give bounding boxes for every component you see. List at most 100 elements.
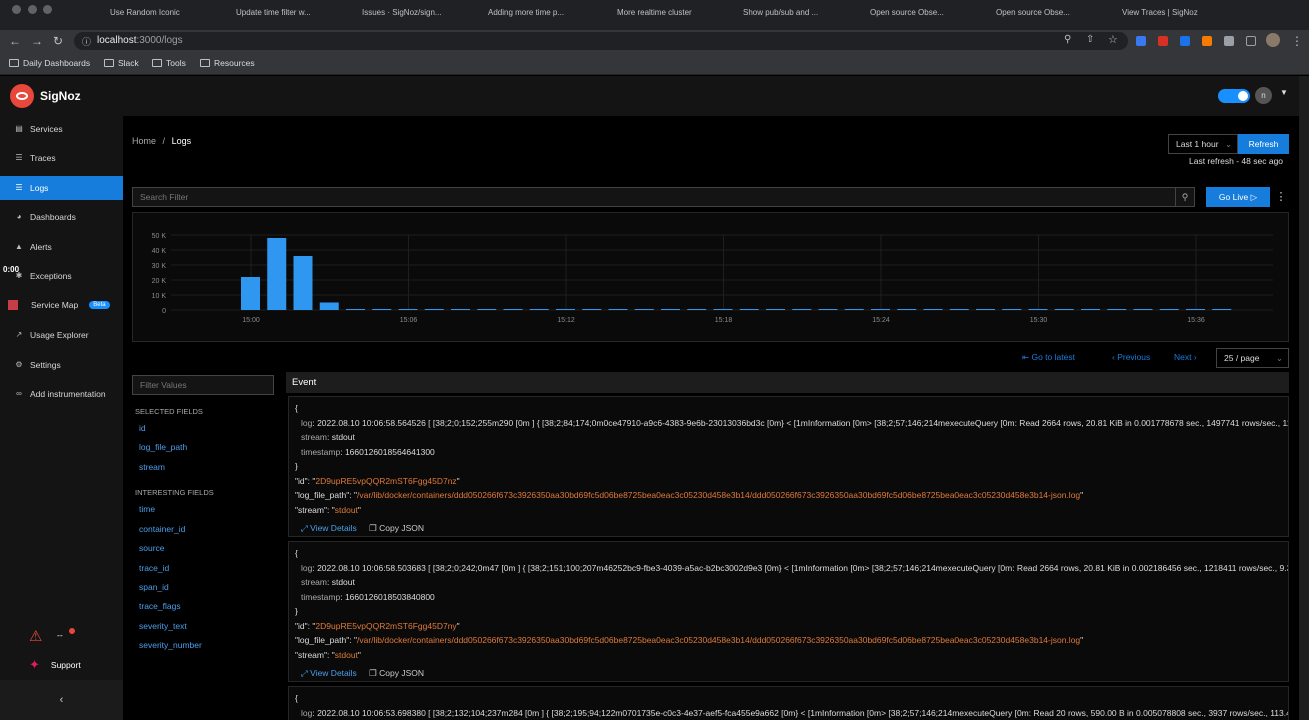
histogram-bar — [451, 309, 470, 310]
go-live-button[interactable]: Go Live ▷ — [1206, 187, 1270, 207]
alert-status[interactable]: ⚠ -- — [0, 623, 123, 647]
field-item[interactable]: span_id — [139, 582, 169, 592]
browser-tab[interactable]: Use Random Iconic — [110, 8, 210, 26]
field-item[interactable]: severity_number — [139, 640, 202, 650]
page-size-select[interactable]: 25 / page ⌄ — [1216, 348, 1289, 368]
bar-chart-icon: ▤ — [15, 124, 23, 133]
back-icon[interactable]: ← — [9, 34, 21, 48]
browser-tab[interactable]: View Traces | SigNoz — [1122, 8, 1222, 26]
sidebar-item-usage-explorer[interactable]: ↗ Usage Explorer — [0, 323, 123, 347]
search-icon[interactable]: ⚲ — [1175, 187, 1195, 207]
chevron-down-icon[interactable]: ▼ — [1280, 88, 1288, 97]
browser-tab[interactable]: Open source Obse... — [870, 8, 970, 26]
log-event-card: { log: 2022.08.10 10:06:58.503683 [ [38;… — [288, 541, 1289, 682]
more-options-icon[interactable]: ⋮ — [1273, 187, 1289, 207]
filter-values-input[interactable]: Filter Values — [132, 375, 274, 395]
bookmark-folder[interactable]: Tools — [152, 58, 186, 68]
bookmark-folder[interactable]: Daily Dashboards — [9, 58, 90, 68]
user-avatar[interactable]: n — [1255, 87, 1272, 104]
bookmark-folder[interactable]: Slack — [104, 58, 139, 68]
info-icon[interactable]: ⓘ — [82, 35, 91, 48]
histogram-bar — [1212, 309, 1232, 310]
refresh-button[interactable]: Refresh — [1238, 134, 1289, 154]
url-bar[interactable]: ⓘ localhost:3000/logs ⚲ ⇧ ☆ — [74, 32, 1128, 50]
list-icon: ☰ — [15, 183, 23, 192]
log-file-path-value: /var/lib/docker/containers/ddd050266f673… — [357, 490, 1081, 500]
browser-tab[interactable]: Open source Obse... — [996, 8, 1096, 26]
bookmark-star-icon[interactable]: ☆ — [1108, 33, 1118, 46]
page-scrollbar[interactable] — [1299, 76, 1309, 720]
copy-json-button[interactable]: ❐ Copy JSON — [369, 523, 424, 533]
sidebar-item-services[interactable]: ▤ Services — [0, 117, 123, 141]
stream-json-value: stdout — [334, 649, 358, 660]
zoom-icon[interactable]: ⚲ — [1064, 34, 1071, 45]
field-item[interactable]: time — [139, 504, 155, 514]
chevron-down-icon: ⌄ — [1275, 353, 1283, 363]
sidebar-item-logs[interactable]: ☰ Logs — [0, 176, 123, 200]
sidebar-item-settings[interactable]: ⚙ Settings — [0, 353, 123, 377]
y-tick-label: 40 K — [152, 248, 167, 255]
histogram-bar — [739, 309, 759, 310]
expand-icon: ⤢ — [301, 523, 311, 533]
json-open-brace: { — [295, 548, 298, 558]
go-to-latest-button[interactable]: ⇤ Go to latest — [1022, 352, 1075, 363]
brand-logo[interactable]: SigNoz — [10, 84, 81, 108]
view-details-button[interactable]: ⤢ View Details — [301, 523, 357, 533]
warning-icon: ⚠ — [29, 628, 43, 645]
histogram-bar — [976, 309, 995, 310]
histogram-bar — [477, 309, 497, 310]
histogram-bar — [293, 256, 313, 310]
search-filter-input[interactable]: Search Filter — [132, 187, 1176, 207]
next-button[interactable]: Next › — [1174, 352, 1197, 362]
histogram-bar — [923, 309, 943, 310]
profile-avatar[interactable] — [1266, 33, 1280, 47]
breadcrumb-home[interactable]: Home — [132, 136, 156, 146]
sidebar-item-alerts[interactable]: ▲ Alerts — [0, 235, 123, 259]
browser-tab[interactable]: More realtime cluster — [617, 8, 717, 26]
field-item[interactable]: trace_id — [139, 563, 169, 573]
extension-icon[interactable] — [1202, 36, 1212, 46]
time-range-select[interactable]: Last 1 hour ⌄ — [1168, 134, 1238, 154]
share-icon[interactable]: ⇧ — [1086, 34, 1094, 45]
sidebar-item-add-instrumentation[interactable]: ∞ Add instrumentation — [0, 382, 123, 406]
next-label: Next — [1174, 352, 1192, 362]
extension-icon[interactable] — [1180, 36, 1190, 46]
browser-tab[interactable]: Adding more time p... — [488, 8, 588, 26]
browser-menu-icon[interactable]: ⋮ — [1291, 34, 1303, 48]
browser-tab[interactable]: Issues · SigNoz/sign... — [362, 8, 462, 26]
reload-icon[interactable]: ↻ — [53, 34, 63, 48]
field-item[interactable]: trace_flags — [139, 601, 181, 611]
logs-page: Home / Logs Last 1 hour ⌄ Refresh Last re… — [123, 116, 1299, 720]
window-minimize-icon[interactable] — [28, 5, 37, 14]
interesting-fields-heading: INTERESTING FIELDS — [135, 488, 214, 497]
field-item[interactable]: stream — [139, 462, 165, 472]
copy-json-button[interactable]: ❐ Copy JSON — [369, 668, 424, 678]
sidebar-item-service-map[interactable]: Service Map Beta — [0, 293, 123, 317]
sidepanel-icon[interactable] — [1246, 36, 1256, 46]
forward-icon[interactable]: → — [31, 34, 43, 48]
browser-tab[interactable]: Update time filter w... — [236, 8, 336, 26]
field-item[interactable]: container_id — [139, 524, 185, 534]
view-details-label: View Details — [310, 523, 357, 533]
view-details-button[interactable]: ⤢ View Details — [301, 668, 357, 678]
window-close-icon[interactable] — [12, 5, 21, 14]
collapse-sidebar-button[interactable]: ‹ — [0, 680, 123, 720]
sidebar-item-dashboards[interactable]: ◕ Dashboards — [0, 205, 123, 229]
histogram-bar — [634, 309, 654, 310]
window-zoom-icon[interactable] — [43, 5, 52, 14]
sidebar-item-traces[interactable]: ☰ Traces — [0, 146, 123, 170]
field-item[interactable]: id — [139, 423, 146, 433]
previous-button[interactable]: ‹ Previous — [1112, 352, 1150, 362]
extension-icon[interactable] — [1136, 36, 1146, 46]
folder-icon — [152, 59, 162, 67]
field-item[interactable]: source — [139, 543, 165, 553]
support-link[interactable]: ✦ Support — [0, 653, 123, 677]
extension-icon[interactable] — [1158, 36, 1168, 46]
theme-toggle[interactable] — [1218, 89, 1250, 103]
field-item[interactable]: severity_text — [139, 621, 187, 631]
bookmark-folder[interactable]: Resources — [200, 58, 255, 68]
field-item[interactable]: log_file_path — [139, 442, 187, 452]
histogram-bar — [398, 309, 418, 310]
browser-tab[interactable]: Show pub/sub and ... — [743, 8, 843, 26]
puzzle-icon[interactable] — [1224, 36, 1234, 46]
